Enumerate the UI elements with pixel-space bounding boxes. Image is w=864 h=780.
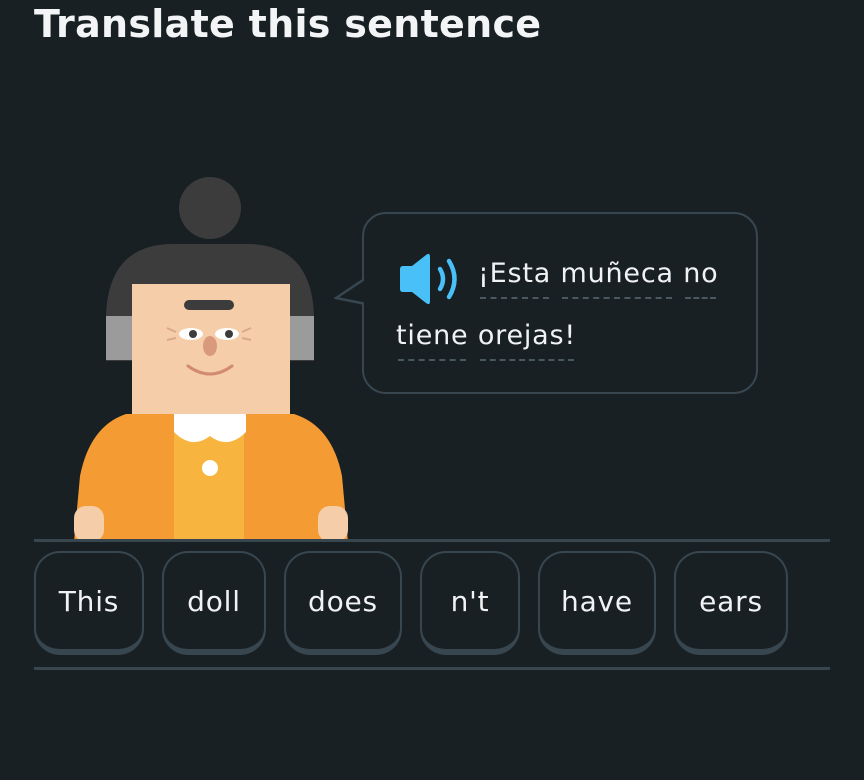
hair-grey-right [286, 316, 314, 360]
answer-line-bottom [34, 667, 830, 670]
hair-grey-left [106, 316, 134, 360]
prompt-word[interactable]: orejas! [478, 320, 576, 361]
speech-bubble-tail [334, 278, 370, 308]
answer-line-top [34, 539, 830, 542]
word-tile-nt[interactable]: n't [420, 551, 520, 655]
word-tile-have[interactable]: have [538, 551, 656, 655]
word-tile-doll[interactable]: doll [162, 551, 266, 655]
prompt-word[interactable]: muñeca [560, 258, 673, 299]
word-tile-this[interactable]: This [34, 551, 144, 655]
word-tile-ears[interactable]: ears [674, 551, 788, 655]
eyebrow [184, 300, 234, 310]
button [202, 460, 218, 476]
right-hand [318, 506, 348, 542]
character-illustration [74, 177, 348, 542]
prompt-word[interactable]: ¡Esta [478, 258, 551, 299]
prompt-line-2: tiene orejas! [396, 320, 576, 361]
prompt-word[interactable]: tiene [396, 320, 468, 361]
word-tile-does[interactable]: does [284, 551, 402, 655]
hair-bun [179, 177, 241, 239]
left-hand [74, 506, 104, 542]
prompt-line-1: ¡Esta muñeca no [478, 258, 718, 299]
prompt-word[interactable]: no [683, 258, 718, 299]
page-title: Translate this sentence [34, 2, 542, 46]
nose [203, 336, 217, 356]
speaker-icon[interactable] [396, 252, 464, 306]
